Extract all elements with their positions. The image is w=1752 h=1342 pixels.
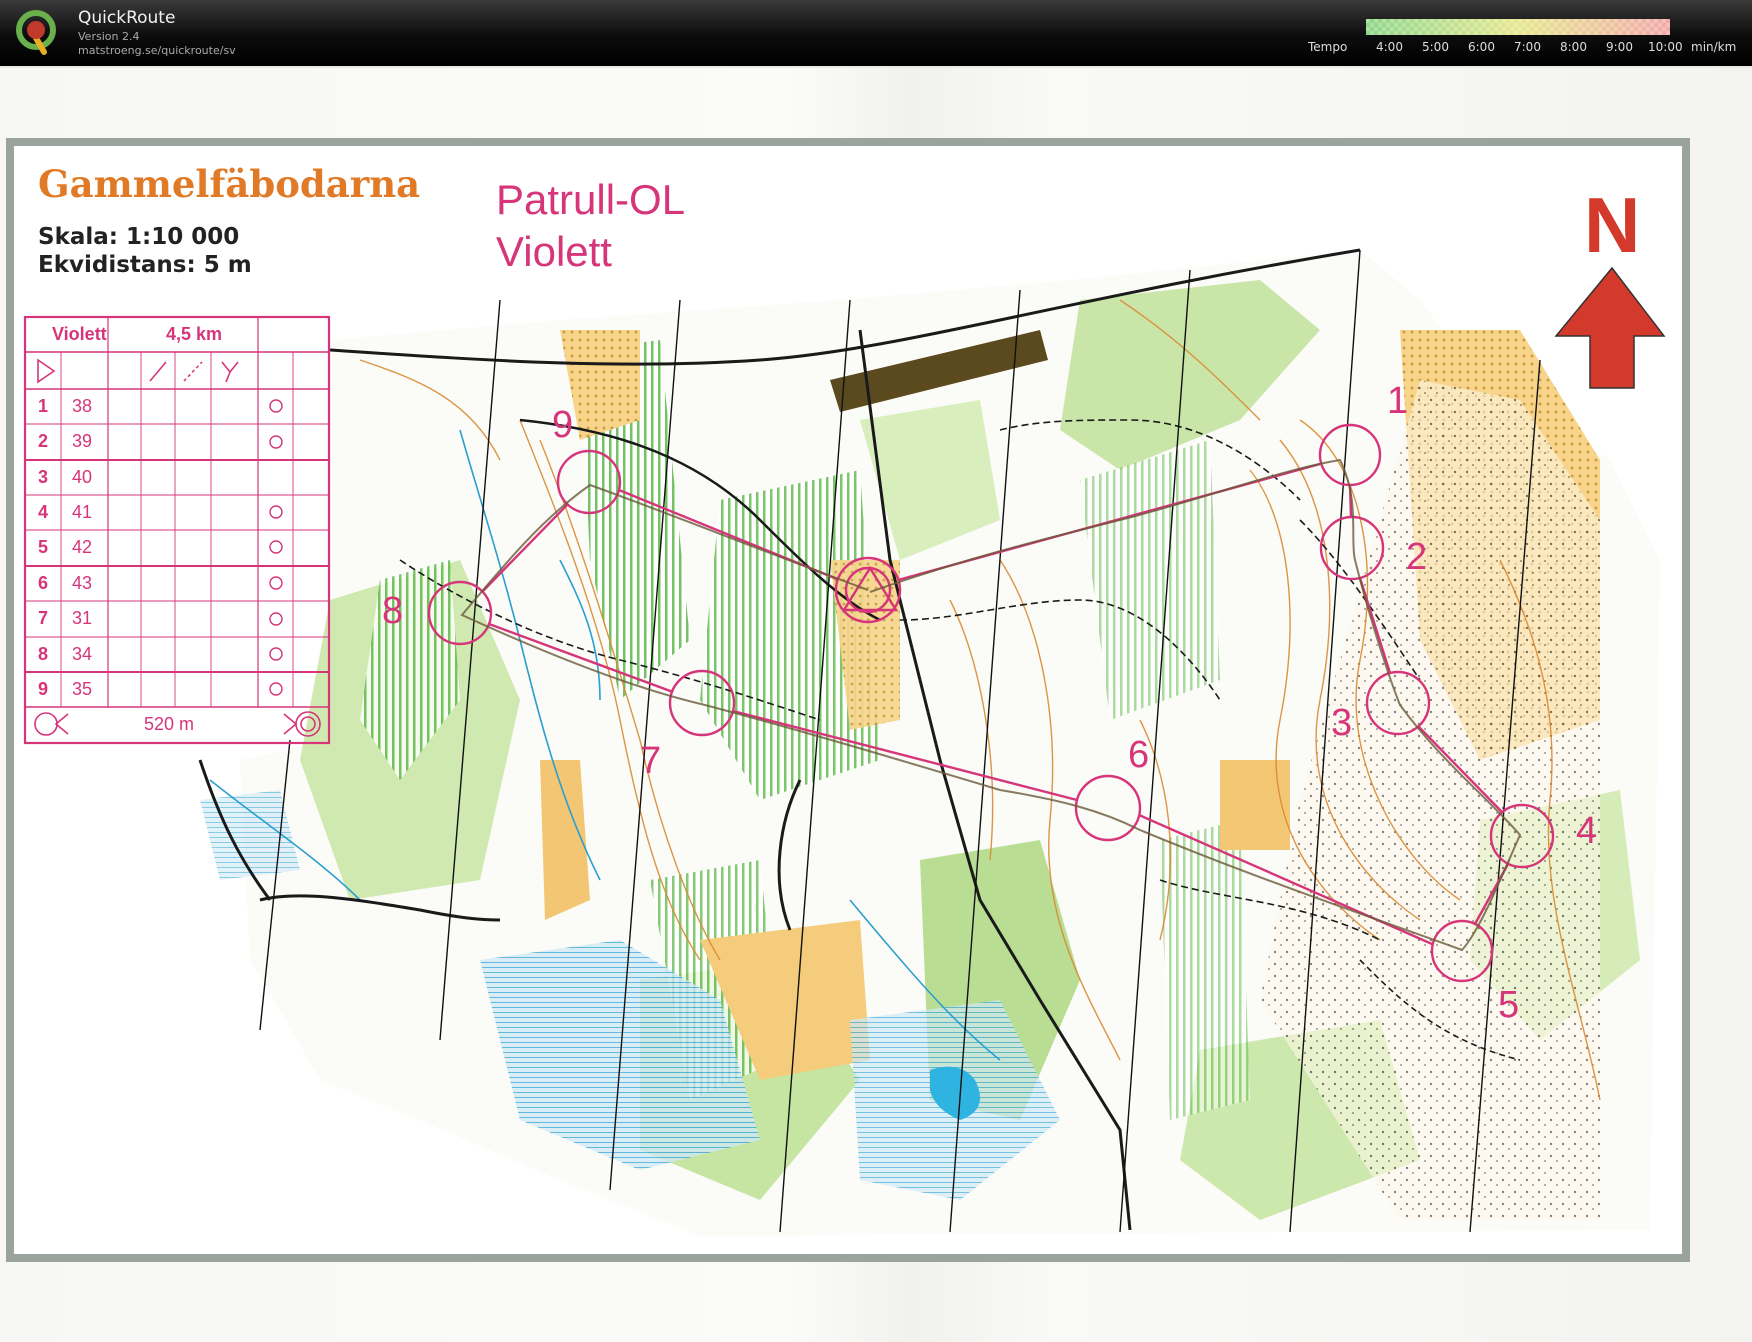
desc-control-number: 2 xyxy=(38,431,49,451)
map-title: Gammelfäbodarna xyxy=(38,162,421,206)
desc-control-number: 5 xyxy=(38,537,49,557)
control-label-3: 3 xyxy=(1331,702,1353,744)
desc-control-number: 4 xyxy=(38,502,49,522)
desc-finish-distance: 520 m xyxy=(144,714,195,734)
desc-control-code: 39 xyxy=(72,431,93,451)
event-name: Patrull-OL xyxy=(496,176,686,223)
north-label: N xyxy=(1584,181,1641,269)
control-label-8: 8 xyxy=(382,590,404,632)
map-scale: Skala: 1:10 000 xyxy=(38,224,240,250)
course-name: Violett xyxy=(496,228,612,275)
contour-interval: Ekvidistans: 5 m xyxy=(38,252,252,278)
terrain xyxy=(198,248,1660,1236)
desc-control-number: 7 xyxy=(38,608,49,628)
desc-control-number: 3 xyxy=(38,467,49,487)
north-arrow-icon xyxy=(1554,266,1666,389)
desc-control-number: 1 xyxy=(38,396,49,416)
control-label-4: 4 xyxy=(1576,810,1598,852)
control-label-5: 5 xyxy=(1498,984,1520,1026)
desc-control-code: 40 xyxy=(72,467,93,487)
desc-control-code: 35 xyxy=(72,679,93,699)
desc-control-number: 9 xyxy=(38,679,49,699)
desc-control-number: 8 xyxy=(38,644,49,664)
desc-control-code: 31 xyxy=(72,608,93,628)
control-label-7: 7 xyxy=(640,740,662,782)
control-label-9: 9 xyxy=(552,404,574,446)
control-description-grid xyxy=(23,315,331,745)
desc-length: 4,5 km xyxy=(166,324,223,344)
desc-control-number: 6 xyxy=(38,573,49,593)
desc-control-code: 42 xyxy=(72,537,93,557)
desc-control-code: 38 xyxy=(72,396,93,416)
control-label-2: 2 xyxy=(1406,536,1428,578)
control-label-1: 1 xyxy=(1387,380,1409,422)
desc-control-code: 41 xyxy=(72,502,93,522)
desc-control-code: 34 xyxy=(72,644,93,664)
desc-course: Violett xyxy=(52,324,107,344)
control-label-6: 6 xyxy=(1128,734,1150,776)
desc-control-code: 43 xyxy=(72,573,93,593)
